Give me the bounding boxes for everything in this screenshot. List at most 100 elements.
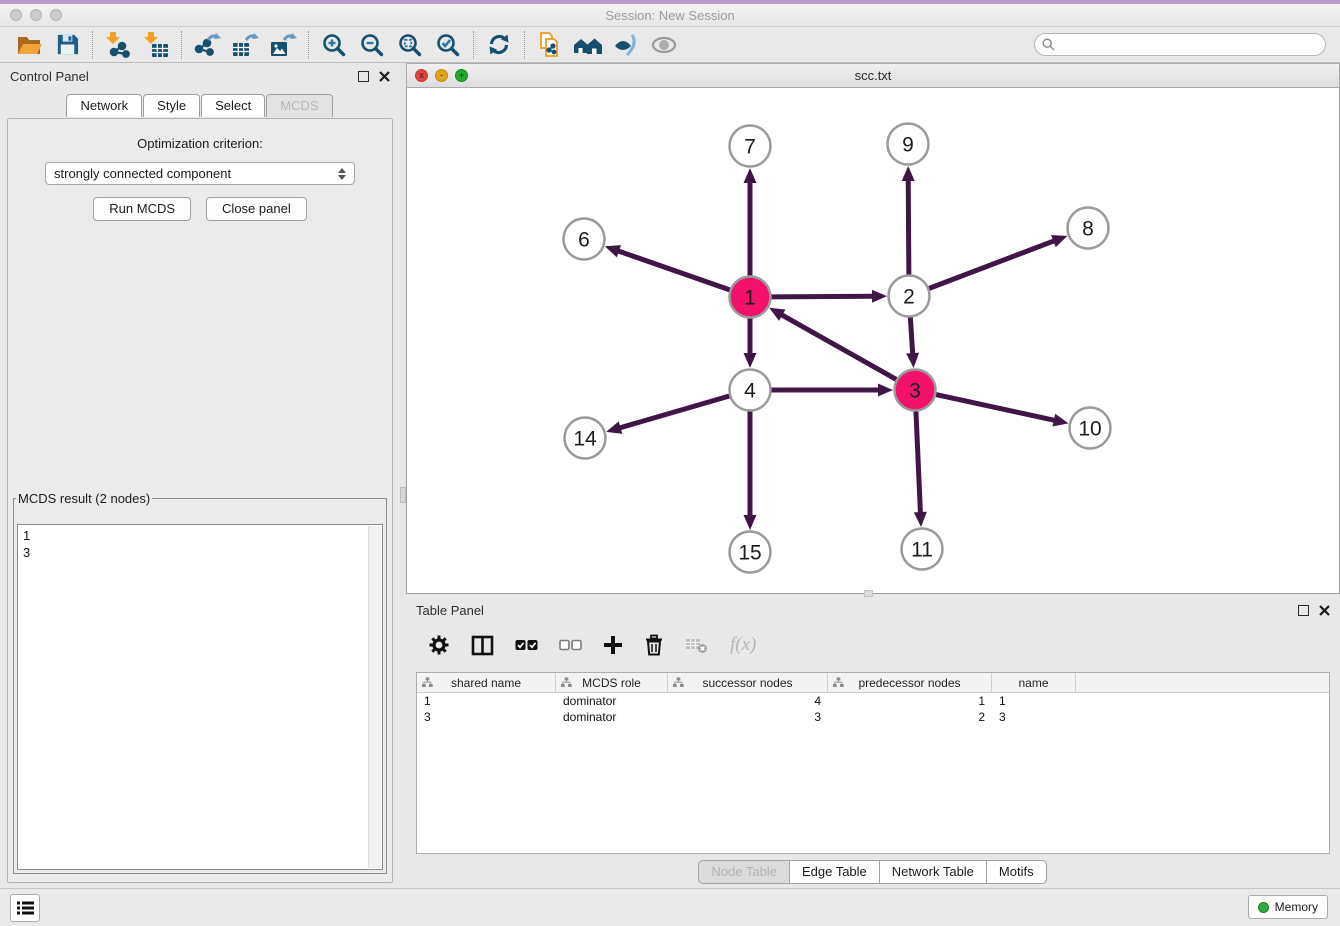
network-canvas[interactable]: 7968124314101511 — [406, 88, 1340, 594]
home-button[interactable] — [569, 29, 607, 61]
tab-edge-table[interactable]: Edge Table — [789, 860, 880, 884]
clone-network-button[interactable] — [531, 29, 569, 61]
close-view-button[interactable]: x — [415, 69, 428, 82]
create-column-button[interactable] — [603, 635, 623, 655]
import-table-button[interactable] — [137, 29, 175, 61]
graph-edge-3-1[interactable] — [780, 314, 897, 380]
refresh-button[interactable] — [480, 29, 518, 61]
graph-node-label: 11 — [911, 539, 933, 562]
table-cell[interactable]: dominator — [556, 709, 668, 725]
maximize-view-button[interactable]: + — [455, 69, 468, 82]
save-session-button[interactable] — [48, 29, 86, 61]
zoom-selected-button[interactable] — [429, 29, 467, 61]
table-cell[interactable]: 4 — [668, 693, 828, 709]
minimize-window-button[interactable] — [30, 9, 42, 21]
graph-edge-4-14[interactable] — [618, 396, 730, 428]
column-header-MCDS-role[interactable]: MCDS role — [556, 673, 668, 692]
show-graphics-button[interactable] — [645, 29, 683, 61]
toggle-style-button[interactable] — [607, 29, 645, 61]
mcds-result-area[interactable]: 1 3 — [17, 524, 383, 870]
zoom-in-icon — [321, 32, 347, 58]
graph-edge-arrowhead — [606, 421, 622, 433]
graph-edge-3-11[interactable] — [916, 411, 921, 515]
tab-motifs[interactable]: Motifs — [986, 860, 1047, 884]
graph-edge-2-9[interactable] — [908, 178, 909, 275]
table-cell[interactable]: 2 — [828, 709, 992, 725]
table-cell[interactable]: 1 — [828, 693, 992, 709]
float-panel-icon[interactable] — [358, 71, 369, 82]
float-panel-icon[interactable] — [1298, 605, 1309, 616]
delete-column-button[interactable] — [644, 634, 664, 656]
result-scrollbar[interactable] — [368, 526, 381, 868]
column-header-successor-nodes[interactable]: successor nodes — [668, 673, 828, 692]
search-input[interactable] — [1060, 37, 1318, 53]
select-all-button[interactable] — [515, 638, 538, 652]
show-columns-button[interactable] — [471, 635, 494, 656]
table-cell[interactable]: 3 — [668, 709, 828, 725]
run-mcds-button[interactable]: Run MCDS — [93, 197, 191, 221]
table-cell[interactable]: 3 — [417, 709, 556, 725]
gear-icon — [428, 634, 450, 656]
tab-network[interactable]: Network — [66, 94, 142, 117]
export-image-button[interactable] — [264, 29, 302, 61]
graph-edge-2-8[interactable] — [929, 240, 1056, 288]
column-header-name[interactable]: name — [992, 673, 1076, 692]
zoom-out-button[interactable] — [353, 29, 391, 61]
memory-button[interactable]: Memory — [1248, 895, 1328, 919]
graph-edge-3-10[interactable] — [936, 395, 1057, 421]
main-toolbar — [0, 27, 1340, 63]
minimize-view-button[interactable]: - — [435, 69, 448, 82]
close-panel-icon[interactable] — [1319, 605, 1330, 616]
status-bar: Memory — [0, 888, 1340, 926]
tab-mcds[interactable]: MCDS — [266, 94, 332, 117]
refresh-icon — [486, 32, 512, 57]
function-builder-button[interactable]: f(x) — [730, 634, 756, 656]
export-table-button[interactable] — [226, 29, 264, 61]
column-header-predecessor-nodes[interactable]: predecessor nodes — [828, 673, 992, 692]
column-header-shared-name[interactable]: shared name — [417, 673, 556, 692]
app-titlebar: Session: New Session — [0, 4, 1340, 27]
tab-style[interactable]: Style — [143, 94, 200, 117]
ui-settings-button[interactable] — [10, 894, 40, 922]
table-panel-tabs: Node TableEdge TableNetwork TableMotifs — [406, 860, 1340, 884]
table-cell[interactable]: 1 — [992, 693, 1076, 709]
zoom-in-button[interactable] — [315, 29, 353, 61]
close-panel-button[interactable]: Close panel — [206, 197, 307, 221]
criterion-select[interactable]: strongly connected component — [45, 162, 355, 185]
network-traffic-lights[interactable]: x - + — [415, 69, 468, 82]
graph-edge-arrowhead — [872, 290, 887, 303]
table-row[interactable]: 3dominator323 — [417, 709, 1329, 725]
tab-select[interactable]: Select — [201, 94, 265, 117]
graph-edge-2-3[interactable] — [910, 317, 912, 356]
table-panel-title: Table Panel — [416, 603, 484, 618]
delete-table-button[interactable] — [685, 636, 709, 654]
graph-edge-1-2[interactable] — [771, 296, 875, 297]
tab-node-table[interactable]: Node Table — [698, 860, 790, 884]
zoom-fit-button[interactable] — [391, 29, 429, 61]
close-panel-icon[interactable] — [379, 71, 390, 82]
clear-selection-button[interactable] — [559, 638, 582, 652]
table-cell[interactable]: dominator — [556, 693, 668, 709]
import-network-button[interactable] — [99, 29, 137, 61]
column-type-icon — [673, 677, 684, 688]
tab-network-table[interactable]: Network Table — [879, 860, 987, 884]
window-traffic-lights[interactable] — [10, 9, 62, 21]
table-row[interactable]: 1dominator411 — [417, 693, 1329, 709]
export-network-button[interactable] — [188, 29, 226, 61]
network-window-titlebar[interactable]: x - + scc.txt — [406, 63, 1340, 88]
table-cell[interactable]: 1 — [417, 693, 556, 709]
open-session-button[interactable] — [10, 29, 48, 61]
graph-edge-1-6[interactable] — [616, 250, 730, 290]
graph-node-label: 6 — [578, 229, 590, 252]
control-panel-tabs: NetworkStyleSelectMCDS — [0, 94, 400, 117]
horizontal-splitter-grip[interactable] — [864, 590, 873, 597]
control-panel: Control Panel NetworkStyleSelectMCDS Opt… — [0, 63, 400, 889]
list-icon — [17, 901, 34, 915]
zoom-window-button[interactable] — [50, 9, 62, 21]
column-header-label: shared name — [451, 676, 521, 690]
close-window-button[interactable] — [10, 9, 22, 21]
network-canvas-svg[interactable]: 7968124314101511 — [407, 88, 1339, 592]
search-box[interactable] — [1034, 33, 1326, 56]
table-cell[interactable]: 3 — [992, 709, 1076, 725]
table-settings-button[interactable] — [428, 634, 450, 656]
